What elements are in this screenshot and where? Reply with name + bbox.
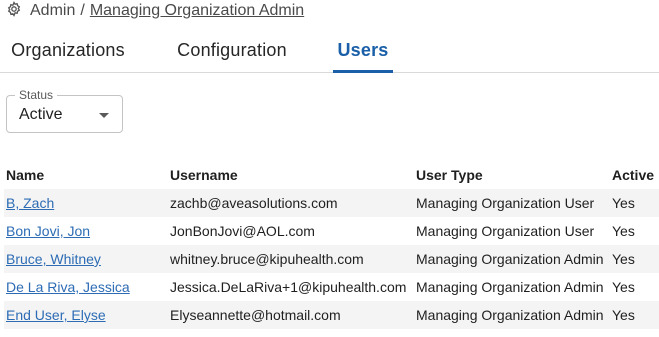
user-type-cell: Managing Organization Admin: [414, 245, 610, 273]
username-cell: whitney.bruce@kipuhealth.com: [168, 245, 414, 273]
user-name-link[interactable]: End User, Elyse: [6, 307, 106, 323]
user-name-link[interactable]: Bon Jovi, Jon: [6, 223, 90, 239]
tab-organizations[interactable]: Organizations: [2, 30, 134, 71]
active-cell: Yes: [610, 301, 659, 329]
name-cell: B, Zach: [4, 189, 168, 217]
tab-users[interactable]: Users: [333, 30, 393, 73]
status-label: Status: [15, 88, 58, 102]
column-header-username[interactable]: Username: [168, 161, 414, 189]
table-row: End User, Elyse Elyseannette@hotmail.com…: [4, 301, 659, 329]
breadcrumb-current-link[interactable]: Managing Organization Admin: [90, 2, 304, 20]
user-type-cell: Managing Organization User: [414, 189, 610, 217]
column-header-active[interactable]: Active: [610, 161, 659, 189]
name-cell: End User, Elyse: [4, 301, 168, 329]
table-row: De La Riva, Jessica Jessica.DeLaRiva+1@k…: [4, 273, 659, 301]
active-cell: Yes: [610, 189, 659, 217]
users-table: Name Username User Type Active B, Zach z…: [4, 161, 659, 329]
table-row: Bruce, Whitney whitney.bruce@kipuhealth.…: [4, 245, 659, 273]
table-header-row: Name Username User Type Active: [4, 161, 659, 189]
status-value: Active: [19, 106, 63, 123]
user-name-link[interactable]: De La Riva, Jessica: [6, 279, 130, 295]
chevron-down-icon: [99, 113, 109, 118]
column-header-name[interactable]: Name: [4, 161, 168, 189]
status-select[interactable]: Status Active: [6, 88, 123, 133]
breadcrumb: Admin / Managing Organization Admin: [6, 0, 304, 22]
breadcrumb-separator: /: [80, 2, 85, 19]
username-cell: JonBonJovi@AOL.com: [170, 223, 315, 239]
name-cell: Bon Jovi, Jon: [4, 217, 168, 245]
column-header-user-type[interactable]: User Type: [414, 161, 610, 189]
active-cell: Yes: [612, 223, 635, 239]
user-name-link[interactable]: B, Zach: [6, 195, 54, 211]
tab-configuration[interactable]: Configuration: [166, 30, 298, 71]
username-cell: Jessica.DeLaRiva+1@kipuhealth.com: [170, 279, 407, 295]
name-cell: De La Riva, Jessica: [4, 273, 168, 301]
user-type-cell: Managing Organization User: [416, 223, 595, 239]
gear-icon: [6, 0, 30, 22]
username-cell: Elyseannette@hotmail.com: [168, 301, 414, 329]
table-row: Bon Jovi, Jon JonBonJovi@AOL.com Managin…: [4, 217, 659, 245]
username-cell: zachb@aveasolutions.com: [168, 189, 414, 217]
tab-bar: Organizations Configuration Users: [0, 30, 659, 73]
name-cell: Bruce, Whitney: [4, 245, 168, 273]
breadcrumb-root: Admin: [30, 2, 76, 19]
user-type-cell: Managing Organization Admin: [414, 301, 610, 329]
active-cell: Yes: [612, 279, 635, 295]
user-name-link[interactable]: Bruce, Whitney: [6, 251, 101, 267]
table-row: B, Zach zachb@aveasolutions.com Managing…: [4, 189, 659, 217]
active-cell: Yes: [610, 245, 659, 273]
user-type-cell: Managing Organization Admin: [416, 279, 604, 295]
